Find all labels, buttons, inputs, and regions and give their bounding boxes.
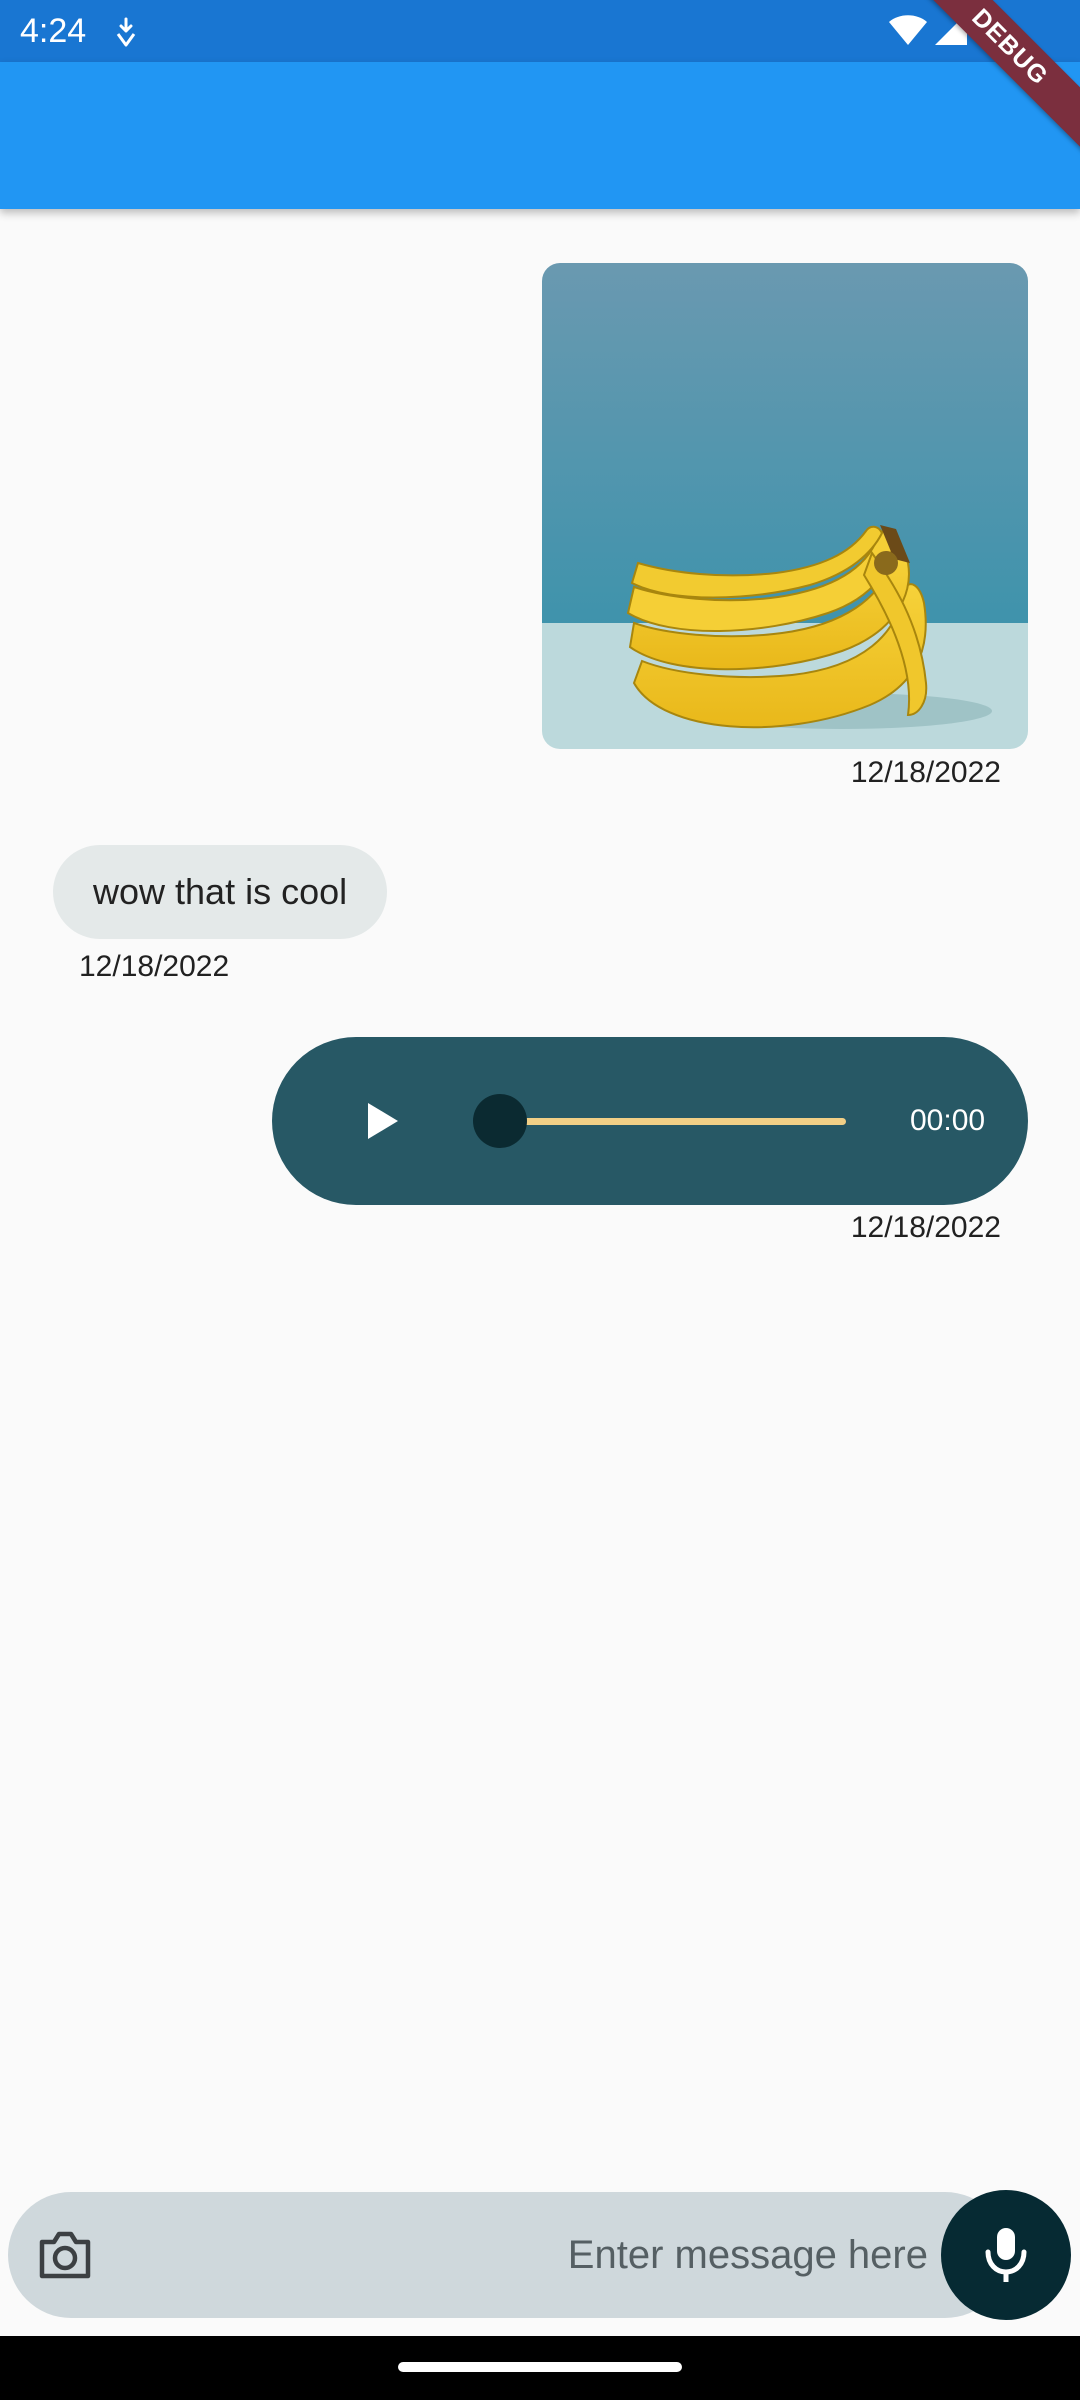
audio-message: 00:00 <box>272 1037 1028 1205</box>
microphone-button[interactable] <box>941 2190 1071 2320</box>
audio-seek-thumb[interactable] <box>473 1094 527 1148</box>
image-message[interactable] <box>542 263 1028 749</box>
audio-seek-track[interactable] <box>500 1118 846 1125</box>
audio-duration: 00:00 <box>910 1104 986 1137</box>
status-time: 4:24 <box>20 12 87 50</box>
system-nav-bar <box>0 2336 1080 2400</box>
message-timestamp: 12/18/2022 <box>850 756 1001 789</box>
message-timestamp: 12/18/2022 <box>79 950 230 983</box>
camera-icon[interactable] <box>38 2230 92 2280</box>
play-icon[interactable] <box>358 1097 406 1145</box>
bananas-photo <box>542 263 1028 749</box>
download-shield-icon <box>113 17 139 47</box>
chat-message-list[interactable]: 12/18/2022 wow that is cool 12/18/2022 0… <box>0 209 1080 2189</box>
text-message-bubble[interactable]: wow that is cool <box>53 845 388 939</box>
home-gesture-handle[interactable] <box>398 2362 682 2372</box>
microphone-icon <box>985 2228 1027 2282</box>
wifi-icon <box>888 12 928 46</box>
message-composer <box>8 2192 1008 2318</box>
app-bar <box>0 62 1080 209</box>
message-timestamp: 12/18/2022 <box>850 1211 1001 1244</box>
status-bar: 4:24 <box>0 0 1080 62</box>
message-input[interactable] <box>118 2210 928 2300</box>
